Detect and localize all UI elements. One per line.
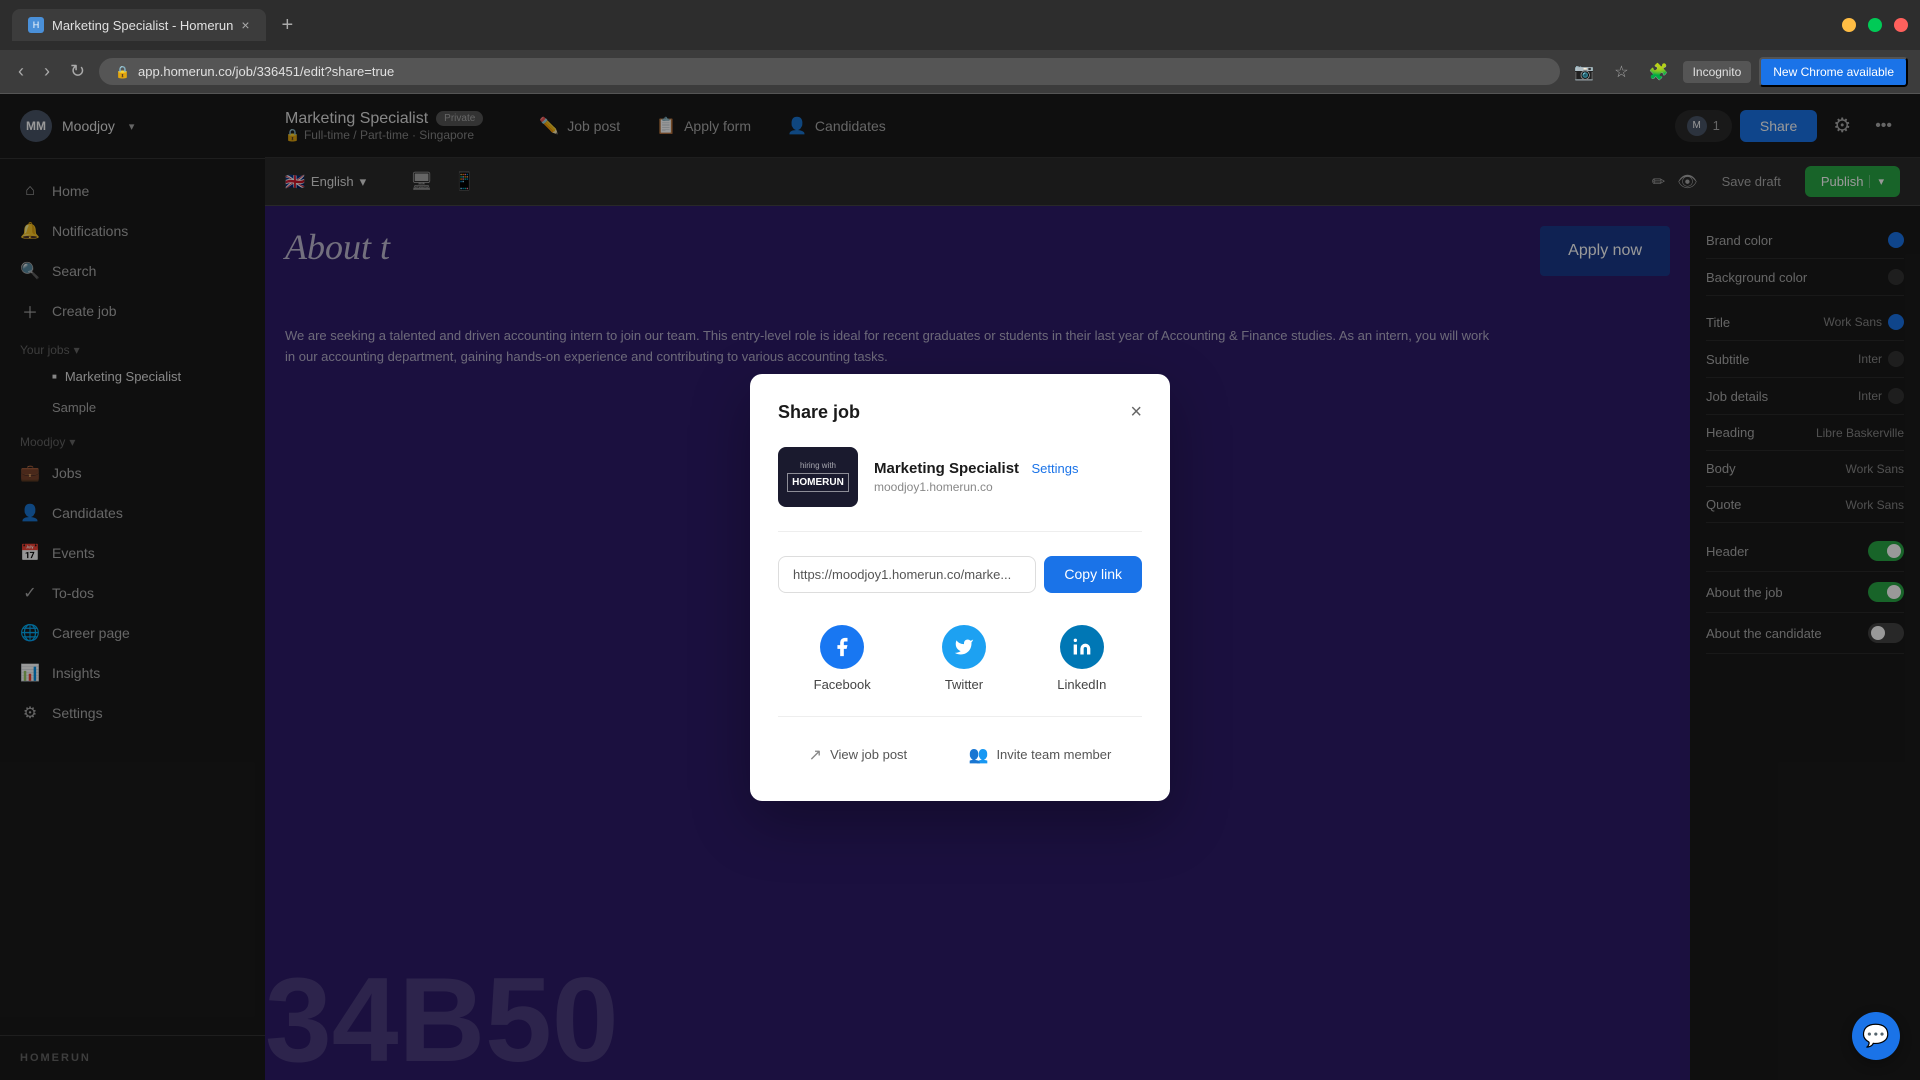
thumbnail-hiring-text: hiring with: [787, 461, 849, 471]
facebook-label: Facebook: [814, 677, 871, 692]
thumbnail-content: hiring with HOMERUN: [783, 457, 853, 496]
window-controls: [1842, 18, 1908, 32]
chat-widget-btn[interactable]: 💬: [1852, 1012, 1900, 1060]
back-btn[interactable]: ‹: [12, 57, 30, 86]
job-thumbnail: hiring with HOMERUN: [778, 447, 858, 507]
tab-favicon: H: [28, 17, 44, 33]
copy-link-btn[interactable]: Copy link: [1044, 556, 1142, 593]
modal-title: Share job: [778, 402, 860, 423]
modal-header: Share job ×: [778, 402, 1142, 423]
browser-chrome: H Marketing Specialist - Homerun × +: [0, 0, 1920, 50]
minimize-btn[interactable]: [1842, 18, 1856, 32]
twitter-share-btn[interactable]: Twitter: [942, 625, 986, 692]
modal-actions: ↗ View job post 👥 Invite team member: [778, 717, 1142, 773]
linkedin-label: LinkedIn: [1057, 677, 1106, 692]
share-job-modal: Share job × hiring with HOMERUN Marketin…: [750, 374, 1170, 801]
facebook-share-btn[interactable]: Facebook: [814, 625, 871, 692]
extensions-icon[interactable]: 🧩: [1643, 58, 1675, 86]
forward-btn[interactable]: ›: [38, 57, 56, 86]
social-share-section: Facebook Twitter LinkedIn: [778, 617, 1142, 717]
maximize-btn[interactable]: [1868, 18, 1882, 32]
invite-team-label: Invite team member: [996, 747, 1111, 762]
thumbnail-brand-text: HOMERUN: [787, 473, 849, 492]
invite-team-btn[interactable]: 👥 Invite team member: [953, 737, 1128, 773]
job-preview: hiring with HOMERUN Marketing Specialist…: [778, 447, 1142, 532]
browser-toolbar: ‹ › ↻ 🔒 app.homerun.co/job/336451/edit?s…: [0, 50, 1920, 94]
modal-settings-link[interactable]: Settings: [1032, 461, 1079, 476]
twitter-label: Twitter: [945, 677, 983, 692]
modal-close-btn[interactable]: ×: [1130, 402, 1142, 422]
link-copy-row: Copy link: [778, 556, 1142, 593]
reload-btn[interactable]: ↻: [64, 57, 91, 86]
twitter-icon: [942, 625, 986, 669]
modal-job-title-row: Marketing Specialist Settings: [874, 460, 1142, 478]
linkedin-icon: [1060, 625, 1104, 669]
chat-icon: 💬: [1862, 1023, 1889, 1049]
close-window-btn[interactable]: [1894, 18, 1908, 32]
toolbar-actions: 📷 ☆ 🧩 Incognito New Chrome available: [1568, 57, 1908, 87]
external-link-icon: ↗: [809, 745, 822, 765]
tab-title: Marketing Specialist - Homerun: [52, 18, 233, 33]
new-tab-btn[interactable]: +: [274, 10, 302, 41]
link-input-field[interactable]: [778, 556, 1036, 593]
linkedin-share-btn[interactable]: LinkedIn: [1057, 625, 1106, 692]
view-job-post-label: View job post: [830, 747, 907, 762]
modal-job-title: Marketing Specialist: [874, 460, 1019, 477]
url-text: app.homerun.co/job/336451/edit?share=tru…: [138, 64, 394, 79]
job-info: Marketing Specialist Settings moodjoy1.h…: [874, 460, 1142, 494]
camera-icon[interactable]: 📷: [1568, 58, 1600, 86]
modal-job-url: moodjoy1.homerun.co: [874, 480, 1142, 494]
facebook-icon: [820, 625, 864, 669]
new-chrome-btn[interactable]: New Chrome available: [1759, 57, 1908, 87]
incognito-btn[interactable]: Incognito: [1683, 61, 1752, 83]
bookmark-icon[interactable]: ☆: [1608, 58, 1634, 86]
view-job-post-btn[interactable]: ↗ View job post: [793, 737, 924, 773]
lock-icon: 🔒: [115, 65, 130, 79]
browser-tab[interactable]: H Marketing Specialist - Homerun ×: [12, 9, 266, 41]
close-tab-btn[interactable]: ×: [241, 17, 249, 33]
invite-icon: 👥: [969, 745, 989, 765]
modal-overlay[interactable]: Share job × hiring with HOMERUN Marketin…: [0, 94, 1920, 1080]
address-bar[interactable]: 🔒 app.homerun.co/job/336451/edit?share=t…: [99, 58, 1560, 85]
